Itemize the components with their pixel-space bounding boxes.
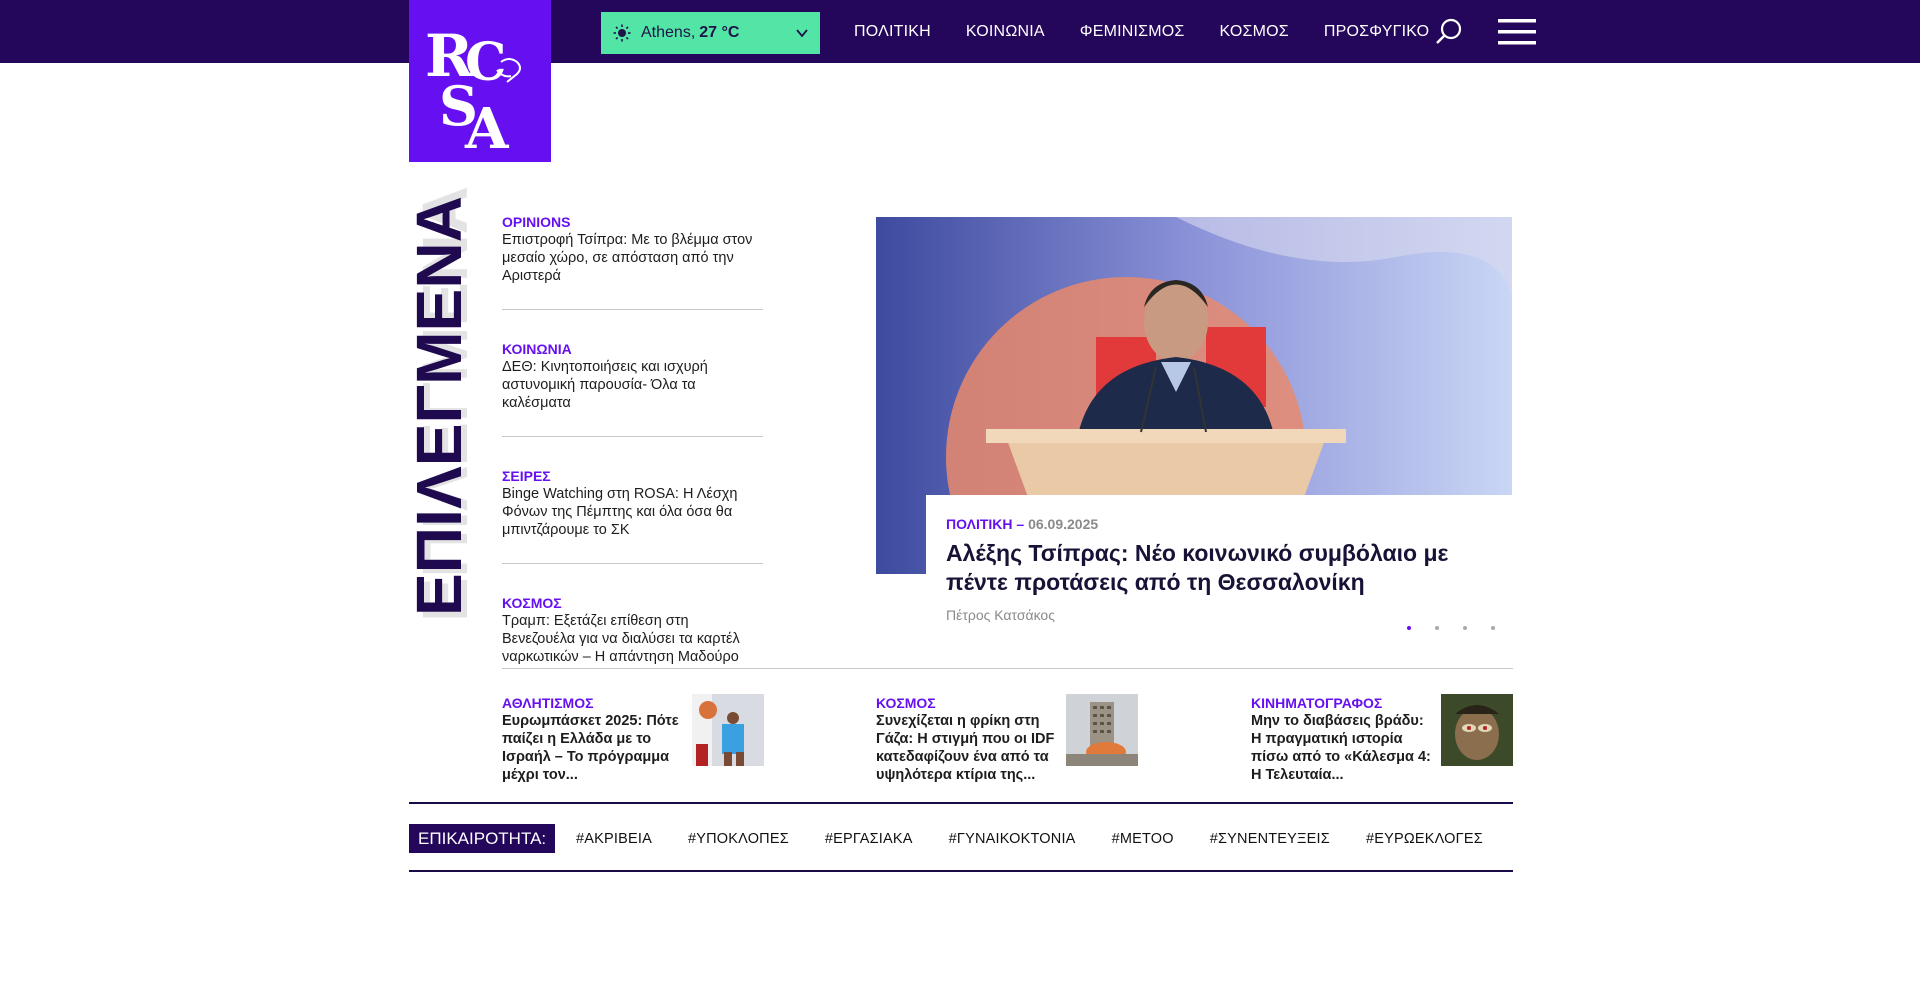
hero-category[interactable]: ΠΟΛΙΤΙΚΗ	[946, 516, 1013, 532]
hero-card: ΠΟΛΙΤΙΚΗ – 06.09.2025 Αλέξης Τσίπρας: Νέ…	[926, 495, 1513, 638]
hero-meta: ΠΟΛΙΤΙΚΗ – 06.09.2025	[946, 515, 1493, 533]
nav-item-prosfygiko[interactable]: ΠΡΟΣΦΥΓΙΚΟ	[1324, 23, 1429, 41]
section-divider	[502, 668, 1513, 669]
featured-item[interactable]: OPINIONS Επιστροφή Τσίπρα: Με το βλέμμα …	[502, 213, 763, 310]
basketball-thumb[interactable]	[692, 694, 764, 766]
small-article-title[interactable]: Ευρωμπάσκετ 2025: Πότε παίζει η Ελλάδα μ…	[502, 712, 682, 784]
carousel-dot-2[interactable]	[1435, 626, 1439, 630]
hero-title[interactable]: Αλέξης Τσίπρας: Νέο κοινωνικό συμβόλαιο …	[946, 539, 1493, 597]
trending-label: ΕΠΙΚΑΙΡΟΤΗΤΑ:	[409, 824, 556, 853]
small-article[interactable]: ΚΟΣΜΟΣ Συνεχίζεται η φρίκη στη Γάζα: Η σ…	[876, 694, 1138, 784]
small-article[interactable]: ΑΘΛΗΤΙΣΜΟΣ Ευρωμπάσκετ 2025: Πότε παίζει…	[502, 694, 764, 784]
weather-city: Athens,	[641, 24, 696, 41]
featured-item-title[interactable]: ΔΕΘ: Κινητοποιήσεις και ισχυρή αστυνομικ…	[502, 358, 763, 412]
hamburger-menu-icon[interactable]	[1498, 18, 1536, 46]
weather-temperature: 27 °C	[699, 24, 740, 41]
featured-item-category[interactable]: ΚΟΣΜΟΣ	[502, 594, 763, 612]
featured-item-title[interactable]: Τραμπ: Εξετάζει επίθεση στη Βενεζουέλα γ…	[502, 612, 763, 666]
hero-author[interactable]: Πέτρος Κατσάκος	[946, 607, 1493, 623]
film-thumb[interactable]	[1441, 694, 1513, 766]
nav-item-politiki[interactable]: ΠΟΛΙΤΙΚΗ	[854, 23, 931, 41]
nav-item-koinonia[interactable]: ΚΟΙΝΩΝΙΑ	[966, 23, 1045, 41]
nav-item-feminismos[interactable]: ΦΕΜΙΝΙΣΜΟΣ	[1080, 23, 1185, 41]
small-article-title[interactable]: Συνεχίζεται η φρίκη στη Γάζα: Η στιγμή π…	[876, 712, 1056, 784]
trending-tag[interactable]: #ΥΠΟΚΛΟΠΕΣ	[688, 831, 789, 847]
building-thumb[interactable]	[1066, 694, 1138, 766]
small-article-category[interactable]: ΚΟΣΜΟΣ	[876, 694, 1056, 712]
carousel-dot-4[interactable]	[1491, 626, 1495, 630]
trending-tag[interactable]: #ΕΥΡΩΕΚΛΟΓΕΣ	[1366, 831, 1483, 847]
hero-date: 06.09.2025	[1028, 516, 1099, 532]
small-article-category[interactable]: ΚΙΝΗΜΑΤΟΓΡΑΦΟΣ	[1251, 694, 1431, 712]
trending-tag[interactable]: #ΓΥΝΑΙΚΟΚΤΟΝΙΑ	[949, 831, 1076, 847]
trending-tag[interactable]: #ΑΚΡΙΒΕΙΑ	[576, 831, 652, 847]
featured-title-text: ΕΠΙΛΕΓΜΕΝΑ	[411, 196, 471, 616]
trending-tag[interactable]: #ΜΕΤΟΟ	[1112, 831, 1174, 847]
search-icon[interactable]	[1434, 17, 1464, 47]
site-logo[interactable]: R C S A	[409, 0, 551, 162]
trending-tag[interactable]: #ΣΥΝΕΝΤΕΥΞΕΙΣ	[1210, 831, 1330, 847]
featured-item-title[interactable]: Επιστροφή Τσίπρα: Με το βλέμμα στον μεσα…	[502, 231, 763, 285]
carousel-dot-3[interactable]	[1463, 626, 1467, 630]
weather-widget[interactable]: Athens, 27 °C	[601, 12, 820, 54]
main-nav: ΠΟΛΙΤΙΚΗ ΚΟΙΝΩΝΙΑ ΦΕΜΙΝΙΣΜΟΣ ΚΟΣΜΟΣ ΠΡΟΣ…	[854, 0, 1464, 63]
trending-tags: #ΑΚΡΙΒΕΙΑ #ΥΠΟΚΛΟΠΕΣ #ΕΡΓΑΣΙΑΚΑ #ΓΥΝΑΙΚΟ…	[576, 824, 1519, 853]
featured-item[interactable]: ΚΟΣΜΟΣ Τραμπ: Εξετάζει επίθεση στη Βενεζ…	[502, 594, 763, 690]
small-article-category[interactable]: ΑΘΛΗΤΙΣΜΟΣ	[502, 694, 682, 712]
featured-item-category[interactable]: OPINIONS	[502, 213, 763, 231]
trending-bar: ΕΠΙΚΑΙΡΟΤΗΤΑ: #ΑΚΡΙΒΕΙΑ #ΥΠΟΚΛΟΠΕΣ #ΕΡΓΑ…	[409, 802, 1513, 872]
featured-item-category[interactable]: ΣΕΙΡΕΣ	[502, 467, 763, 485]
small-article-title[interactable]: Μην το διαβάσεις βράδυ: Η πραγματική ιστ…	[1251, 712, 1431, 784]
sun-icon	[613, 24, 631, 42]
chevron-down-icon	[796, 29, 808, 38]
svg-text:A: A	[464, 96, 510, 162]
featured-item-category[interactable]: ΚΟΙΝΩΝΙΑ	[502, 340, 763, 358]
small-article[interactable]: ΚΙΝΗΜΑΤΟΓΡΑΦΟΣ Μην το διαβάσεις βράδυ: Η…	[1251, 694, 1513, 784]
featured-item[interactable]: ΚΟΙΝΩΝΙΑ ΔΕΘ: Κινητοποιήσεις και ισχυρή …	[502, 340, 763, 437]
featured-list: OPINIONS Επιστροφή Τσίπρα: Με το βλέμμα …	[502, 213, 763, 720]
rosa-logo-icon: R C S A	[425, 22, 521, 162]
hero-separator: –	[1016, 516, 1025, 532]
featured-section-title: ΕΠΙΛΕΓΜΕΝΑ ΕΠΙΛΕΓΜΕΝΑ	[411, 186, 471, 622]
nav-item-kosmos[interactable]: ΚΟΣΜΟΣ	[1220, 23, 1289, 41]
featured-item-title[interactable]: Binge Watching στη ROSA: Η Λέσχη Φόνων τ…	[502, 485, 763, 539]
trending-tag[interactable]: #ΕΡΓΑΣΙΑΚΑ	[825, 831, 913, 847]
featured-item[interactable]: ΣΕΙΡΕΣ Binge Watching στη ROSA: Η Λέσχη …	[502, 467, 763, 564]
carousel-dot-1[interactable]	[1407, 626, 1411, 630]
carousel-dots	[1407, 626, 1495, 630]
